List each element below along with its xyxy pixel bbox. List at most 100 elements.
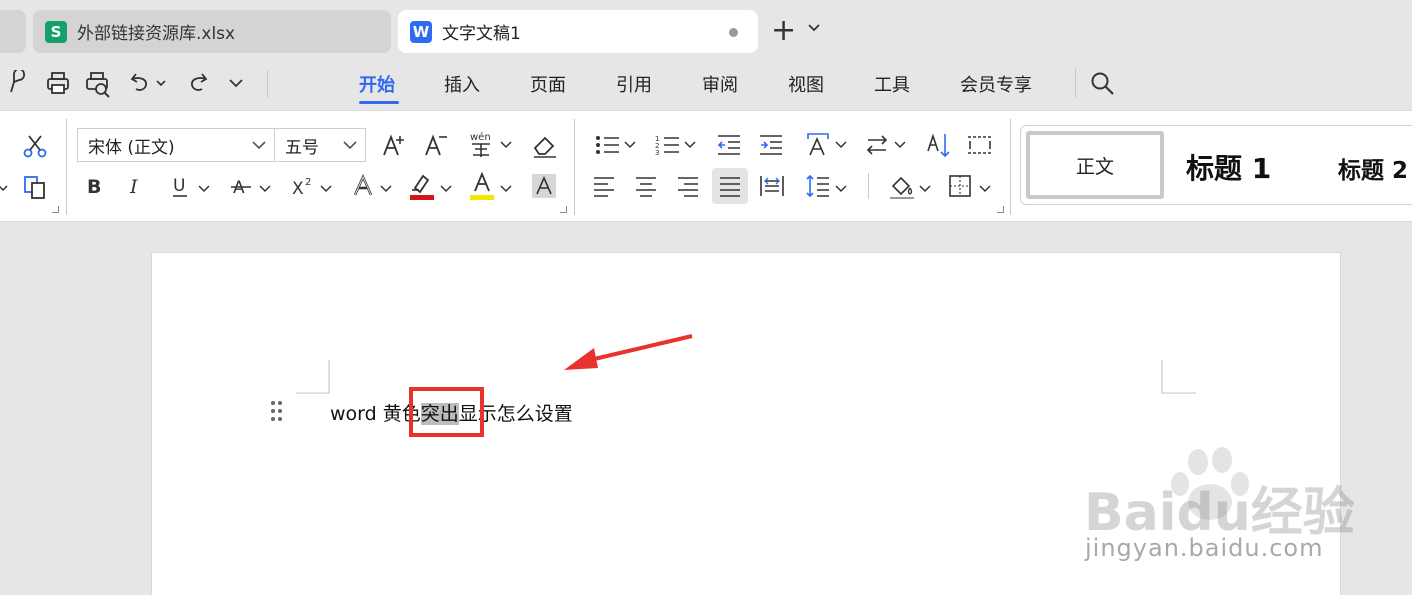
divider xyxy=(574,119,575,215)
paragraph-dialog-launcher[interactable] xyxy=(997,206,1004,213)
svg-text:wén: wén xyxy=(470,131,491,143)
tab-document[interactable]: W 文字文稿1 xyxy=(398,10,758,53)
unsaved-dot-icon[interactable] xyxy=(729,28,738,37)
divider xyxy=(1010,119,1011,215)
menu-tab-page[interactable]: 页面 xyxy=(530,71,566,97)
spreadsheet-app-icon: S xyxy=(45,20,67,43)
underline-icon[interactable]: U xyxy=(170,174,192,198)
paragraph-drag-handle-icon[interactable] xyxy=(270,400,284,422)
superscript-chevron-down-icon[interactable] xyxy=(320,184,332,194)
menu-tab-references[interactable]: 引用 xyxy=(616,71,652,97)
svg-text:A: A xyxy=(233,178,245,198)
copy-icon[interactable] xyxy=(22,174,48,200)
menu-tab-home[interactable]: 开始 xyxy=(359,71,395,97)
undo-chevron-down-icon[interactable] xyxy=(155,77,167,89)
divider xyxy=(1075,68,1076,98)
borders-icon[interactable] xyxy=(948,174,972,198)
style-heading-2[interactable]: 标题 2 xyxy=(1338,151,1408,185)
paragraph-shading-icon[interactable] xyxy=(888,172,916,200)
undo-icon[interactable] xyxy=(128,70,152,94)
quick-access-chevron-down-icon[interactable] xyxy=(228,76,244,90)
bulleted-list-icon[interactable] xyxy=(595,133,621,157)
style-normal[interactable]: 正文 xyxy=(1026,131,1164,199)
grow-font-icon[interactable] xyxy=(381,132,407,158)
margin-corner-top-right xyxy=(1161,360,1196,394)
text-effects-icon[interactable] xyxy=(351,173,377,199)
format-painter-icon[interactable] xyxy=(6,70,30,96)
shading-chevron-down-icon[interactable] xyxy=(919,184,931,194)
shrink-font-icon[interactable] xyxy=(423,132,449,158)
menu-tab-tools[interactable]: 工具 xyxy=(874,71,910,97)
font-size-select[interactable]: 五号 xyxy=(274,128,366,162)
justify-icon xyxy=(720,177,740,197)
watermark-url: jingyan.baidu.com xyxy=(1085,534,1324,562)
align-center-icon[interactable] xyxy=(634,175,658,197)
show-paragraph-marks-icon[interactable] xyxy=(966,133,994,157)
menu-tab-review[interactable]: 审阅 xyxy=(702,71,738,97)
distributed-align-icon[interactable] xyxy=(759,173,785,199)
svg-text:3: 3 xyxy=(655,149,659,157)
sort-swap-icon[interactable] xyxy=(864,133,890,157)
chevron-down-icon xyxy=(252,141,266,150)
font-color-icon[interactable] xyxy=(469,171,497,201)
bulleted-list-chevron-down-icon[interactable] xyxy=(624,140,636,150)
new-tab-chevron-down-icon[interactable] xyxy=(807,20,821,34)
font-dialog-launcher[interactable] xyxy=(560,206,567,213)
clear-formatting-eraser-icon[interactable] xyxy=(531,131,559,159)
clipboard-dialog-launcher[interactable] xyxy=(52,206,59,213)
tab-overflow-stub[interactable] xyxy=(0,10,26,53)
numbered-list-icon[interactable]: 123 xyxy=(655,133,681,157)
tab-spreadsheet[interactable]: S 外部链接资源库.xlsx xyxy=(33,10,391,53)
search-icon[interactable] xyxy=(1090,71,1116,97)
align-left-icon[interactable] xyxy=(592,175,616,197)
sort-icon[interactable] xyxy=(925,131,953,159)
text-effects-chevron-down-icon[interactable] xyxy=(380,184,392,194)
new-tab-plus-icon[interactable]: + xyxy=(771,16,796,46)
active-tab-underline xyxy=(359,101,399,104)
print-preview-icon[interactable] xyxy=(84,70,112,98)
strikethrough-chevron-down-icon[interactable] xyxy=(259,184,271,194)
borders-chevron-down-icon[interactable] xyxy=(979,184,991,194)
divider xyxy=(267,70,268,98)
svg-text:I: I xyxy=(129,176,138,198)
menu-tab-view[interactable]: 视图 xyxy=(788,71,824,97)
phonetic-guide-icon[interactable]: wén xyxy=(467,129,497,159)
underline-chevron-down-icon[interactable] xyxy=(198,184,210,194)
redo-icon[interactable] xyxy=(186,70,210,94)
numbered-list-chevron-down-icon[interactable] xyxy=(684,140,696,150)
bold-icon[interactable]: B xyxy=(84,174,106,198)
italic-icon[interactable]: I xyxy=(126,174,148,198)
line-spacing-icon[interactable] xyxy=(805,173,831,199)
align-right-icon[interactable] xyxy=(676,175,700,197)
annotation-red-arrow-icon xyxy=(564,334,693,370)
font-name-value: 宋体 (正文) xyxy=(88,137,175,158)
menu-tab-member[interactable]: 会员专享 xyxy=(960,71,1032,97)
sort-swap-chevron-down-icon[interactable] xyxy=(894,140,906,150)
font-name-select[interactable]: 宋体 (正文) xyxy=(77,128,275,162)
text-direction-icon[interactable] xyxy=(804,131,832,159)
annotation-red-box xyxy=(409,387,484,437)
chevron-down-icon xyxy=(343,141,357,150)
tab-bar: S 外部链接资源库.xlsx W 文字文稿1 + xyxy=(0,0,1412,60)
cut-icon[interactable] xyxy=(22,133,48,159)
style-heading-1[interactable]: 标题 1 xyxy=(1186,147,1271,187)
ribbon-toolbar: 宋体 (正文) 五号 wén B I U A X2 123 正文 标题 1 标题… xyxy=(0,110,1412,222)
text-direction-chevron-down-icon[interactable] xyxy=(835,140,847,150)
highlight-chevron-down-icon[interactable] xyxy=(440,184,452,194)
menu-row: 开始 插入 页面 引用 审阅 视图 工具 会员专享 xyxy=(0,60,1412,110)
font-color-chevron-down-icon[interactable] xyxy=(500,184,512,194)
decrease-indent-icon[interactable] xyxy=(716,133,742,157)
strikethrough-icon[interactable]: A xyxy=(229,174,253,198)
line-spacing-chevron-down-icon[interactable] xyxy=(835,184,847,194)
increase-indent-icon[interactable] xyxy=(758,133,784,157)
justify-button[interactable] xyxy=(712,168,748,204)
phonetic-chevron-down-icon[interactable] xyxy=(500,140,512,150)
divider xyxy=(66,119,67,215)
character-shading-icon[interactable] xyxy=(531,173,557,199)
print-icon[interactable] xyxy=(45,70,71,96)
menu-tab-insert[interactable]: 插入 xyxy=(444,71,480,97)
margin-corner-top-left xyxy=(296,360,330,394)
highlight-color-icon[interactable] xyxy=(409,171,437,201)
superscript-icon[interactable]: X2 xyxy=(290,174,316,198)
paste-chevron-down-icon[interactable] xyxy=(0,183,8,193)
